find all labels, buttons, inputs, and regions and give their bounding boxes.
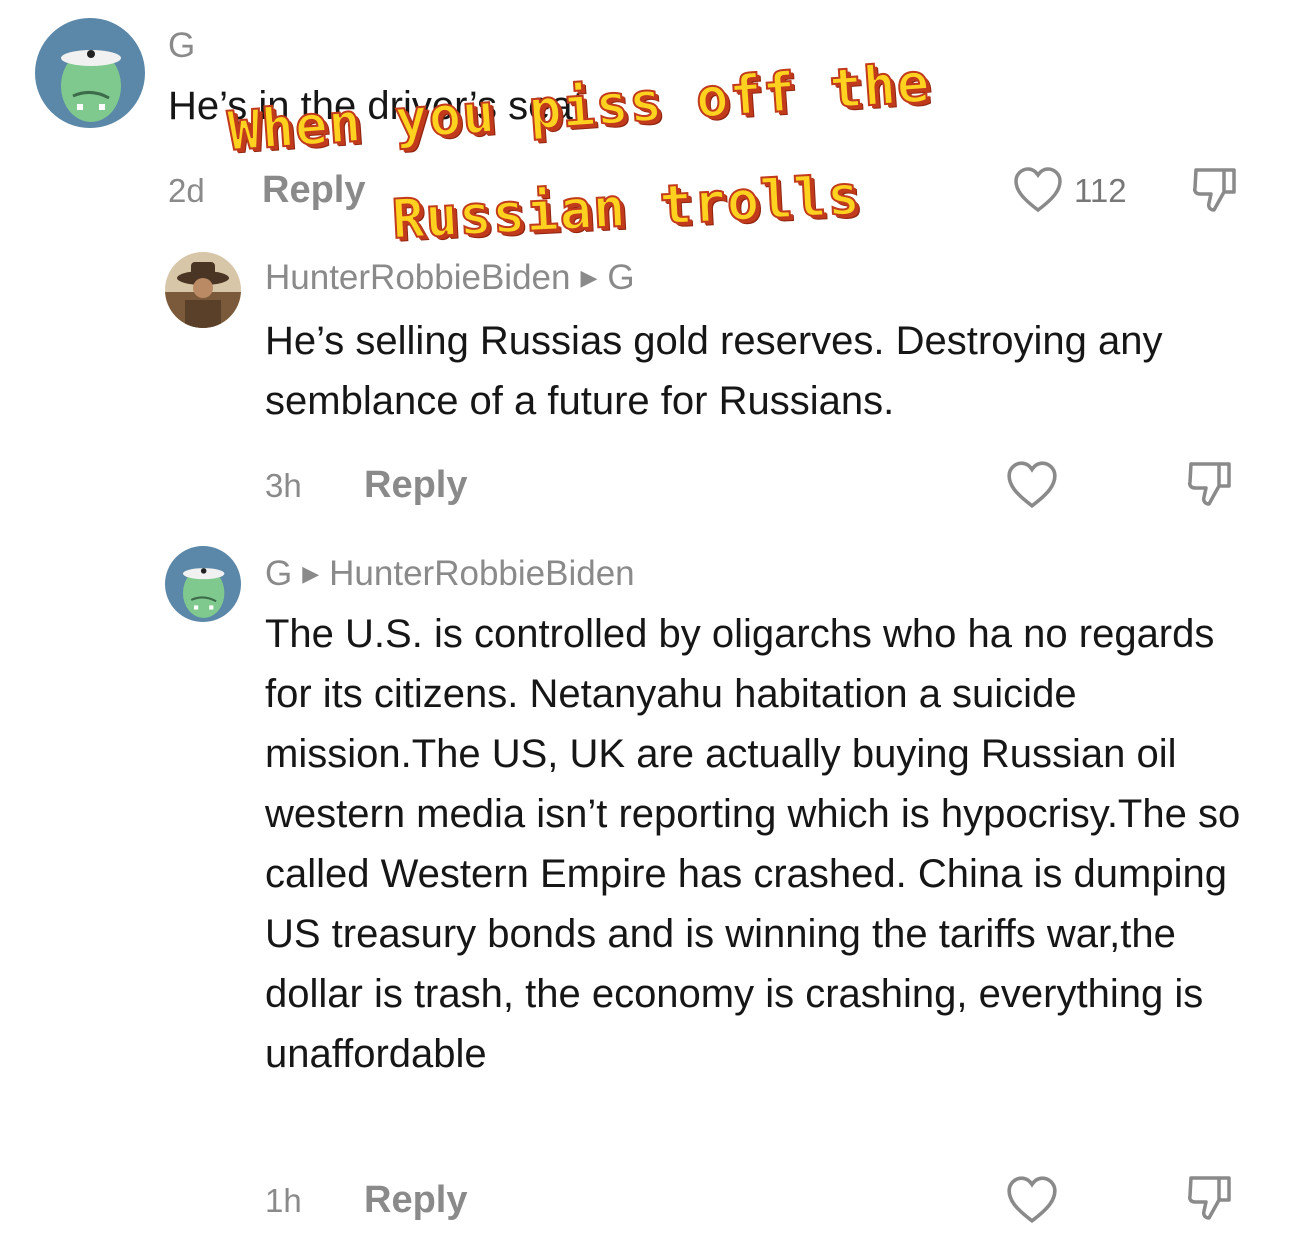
like-button[interactable] xyxy=(1005,460,1059,510)
comment-text: He’s selling Russias gold reserves. Dest… xyxy=(265,319,1163,423)
reply-button[interactable]: Reply xyxy=(364,464,467,507)
comment-timestamp: 1h xyxy=(265,1182,302,1219)
username-label[interactable]: G xyxy=(265,554,292,593)
heart-icon xyxy=(1007,461,1057,509)
dislike-button[interactable] xyxy=(1185,1172,1235,1224)
avatar[interactable] xyxy=(35,18,145,128)
reply-to-username[interactable]: HunterRobbieBiden xyxy=(329,554,634,593)
reply-arrow-icon: ▶ xyxy=(302,561,320,586)
comment-timestamp: 2d xyxy=(168,172,205,209)
like-count: 112 xyxy=(1074,172,1127,209)
comment-username: HunterRobbieBiden ▶ G xyxy=(265,258,635,298)
comment-timestamp: 3h xyxy=(265,467,302,504)
heart-icon xyxy=(1014,167,1062,213)
reply-to-username[interactable]: G xyxy=(607,258,634,297)
username-label[interactable]: G xyxy=(168,26,195,65)
thumbs-down-icon xyxy=(1188,1176,1231,1220)
avatar[interactable] xyxy=(165,546,241,622)
like-button[interactable] xyxy=(1005,1175,1059,1225)
avatar[interactable] xyxy=(165,252,241,328)
overlay-caption-line-1: When you piss off the xyxy=(225,50,933,164)
username-label[interactable]: HunterRobbieBiden xyxy=(265,258,570,297)
reply-arrow-icon: ▶ xyxy=(580,265,598,290)
heart-icon xyxy=(1007,1176,1057,1224)
green-frog-avatar-icon xyxy=(35,18,145,128)
dislike-button[interactable] xyxy=(1190,164,1240,216)
like-button[interactable] xyxy=(1012,166,1064,214)
cowboy-photo-avatar xyxy=(165,252,241,328)
comment-username[interactable]: G xyxy=(168,26,195,66)
reply-button[interactable]: Reply xyxy=(262,169,365,212)
comment-text: The U.S. is controlled by oligarchs who … xyxy=(265,612,1241,1076)
green-frog-avatar-icon xyxy=(165,546,241,622)
thumbs-down-icon xyxy=(1193,168,1236,212)
reply-button[interactable]: Reply xyxy=(364,1179,467,1222)
thumbs-down-icon xyxy=(1188,462,1231,506)
comment-username: G ▶ HunterRobbieBiden xyxy=(265,554,635,594)
overlay-caption-line-2: Russian trolls xyxy=(389,162,863,251)
dislike-button[interactable] xyxy=(1185,458,1235,510)
